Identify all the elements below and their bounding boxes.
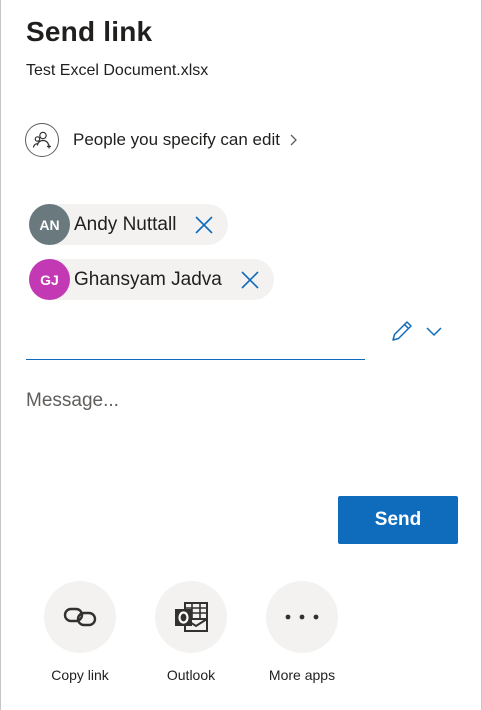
close-icon [195, 215, 214, 234]
recipient-chip: GJ Ghansyam Jadva [29, 259, 274, 300]
file-name: Test Excel Document.xlsx [26, 62, 209, 79]
send-button[interactable]: Send [338, 496, 458, 544]
people-icon [25, 123, 59, 157]
close-icon [241, 270, 259, 289]
link-settings-button[interactable]: People you specify can edit [25, 121, 298, 159]
remove-recipient-button[interactable] [190, 211, 218, 239]
avatar: AN [29, 204, 70, 245]
chevron-down-icon [425, 324, 443, 342]
copy-link-button[interactable]: Copy link [25, 581, 135, 683]
pencil-icon [389, 318, 415, 349]
outlook-label: Outlook [166, 667, 216, 683]
outlook-button[interactable]: Outlook [136, 581, 246, 683]
recipient-permission-dropdown[interactable] [389, 318, 443, 348]
recipient-name: Andy Nuttall [74, 213, 177, 235]
message-field[interactable] [26, 390, 456, 480]
chevron-right-icon [288, 133, 298, 147]
send-link-dialog: Send link Test Excel Document.xlsx Peopl… [0, 0, 482, 710]
outlook-icon [175, 602, 208, 632]
recipient-chip: AN Andy Nuttall [29, 204, 229, 245]
more-icon [285, 614, 319, 620]
avatar: GJ [29, 259, 70, 300]
recipient-name: Ghansyam Jadva [74, 268, 222, 290]
more-apps-label: More apps [268, 667, 336, 683]
permission-label: People you specify can edit [73, 130, 280, 149]
copy-link-label: Copy link [51, 667, 109, 683]
more-apps-button[interactable]: More apps [247, 581, 357, 683]
dialog-title: Send link [26, 16, 153, 47]
link-icon [63, 607, 97, 627]
recipient-input[interactable] [26, 320, 365, 360]
remove-recipient-button[interactable] [236, 266, 264, 294]
